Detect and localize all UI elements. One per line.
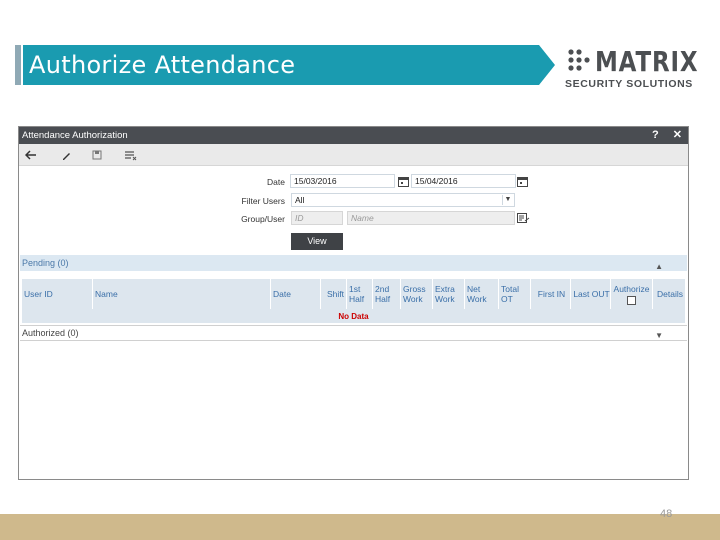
authorized-label: Authorized (0) [22, 328, 79, 338]
group-user-label: Group/User [241, 214, 285, 224]
close-icon[interactable]: ✕ [673, 127, 682, 144]
authorized-section-header[interactable]: Authorized (0) ▼ [20, 325, 687, 341]
col-second-half[interactable]: 2nd Half [372, 279, 400, 309]
filter-users-label: Filter Users [241, 196, 285, 206]
logo-wordmark: MATRIX [595, 45, 699, 78]
col-name[interactable]: Name [92, 279, 270, 309]
user-name-field[interactable]: Name [347, 211, 515, 225]
logo-subtitle: SECURITY SOLUTIONS [565, 78, 693, 90]
calendar-icon[interactable] [517, 176, 528, 187]
window-titlebar: Attendance Authorization ? ✕ [19, 127, 688, 144]
col-total-ot[interactable]: Total OT [498, 279, 530, 309]
attendance-authorization-window: Attendance Authorization ? ✕ Date 15/03/… [18, 126, 689, 480]
authorize-all-checkbox[interactable] [627, 295, 636, 305]
date-label: Date [267, 177, 285, 187]
window-controls: ? ✕ [652, 127, 682, 144]
filter-users-value: All [295, 195, 305, 205]
col-date[interactable]: Date [270, 279, 320, 309]
col-first-half[interactable]: 1st Half [346, 279, 372, 309]
matrix-logo: MATRIX SECURITY SOLUTIONS [565, 45, 698, 93]
help-icon[interactable]: ? [652, 127, 659, 144]
slide-title: Authorize Attendance [29, 51, 296, 79]
toolbar [19, 144, 688, 166]
col-gross-work[interactable]: Gross Work [400, 279, 432, 309]
title-banner: Authorize Attendance [15, 45, 555, 85]
chevron-down-icon[interactable]: ▼ [655, 329, 663, 343]
chevron-down-icon: ▼ [502, 195, 513, 205]
col-last-out[interactable]: Last OUT [570, 279, 610, 309]
back-arrow-icon[interactable] [24, 148, 38, 162]
bottom-decor-strip [0, 514, 720, 540]
user-id-field[interactable]: ID [291, 211, 343, 225]
col-first-in[interactable]: First IN [530, 279, 570, 309]
pending-label: Pending (0) [22, 258, 69, 268]
date-from-field[interactable]: 15/03/2016 [290, 174, 395, 188]
authorize-label: Authorize [613, 283, 650, 294]
page-number: 48 [660, 508, 673, 520]
chevron-up-icon[interactable]: ▲ [655, 259, 663, 275]
col-authorize[interactable]: Authorize [610, 279, 652, 309]
user-picker-icon[interactable] [517, 213, 530, 224]
col-extra-work[interactable]: Extra Work [432, 279, 464, 309]
clear-filter-icon[interactable] [123, 148, 137, 162]
date-to-field[interactable]: 15/04/2016 [411, 174, 516, 188]
logo-dots-icon [568, 49, 590, 71]
pending-section-header[interactable]: Pending (0) ▲ [20, 255, 687, 271]
view-button[interactable]: View [291, 233, 343, 250]
window-title: Attendance Authorization [22, 130, 128, 141]
filter-users-select[interactable]: All ▼ [291, 193, 515, 207]
slide: Authorize Attendance MATRIX SECURITY SOL… [0, 0, 720, 540]
col-details[interactable]: Details [652, 279, 685, 309]
col-user-id[interactable]: User ID [22, 279, 92, 309]
col-shift[interactable]: Shift [320, 279, 346, 309]
calendar-icon[interactable] [398, 176, 409, 187]
no-data-text: No Data [338, 312, 369, 321]
save-icon[interactable] [90, 148, 104, 162]
col-net-work[interactable]: Net Work [464, 279, 498, 309]
pending-grid-header: User ID Name Date Shift 1st Half 2nd Hal… [22, 279, 685, 309]
pencil-icon[interactable] [59, 148, 73, 162]
